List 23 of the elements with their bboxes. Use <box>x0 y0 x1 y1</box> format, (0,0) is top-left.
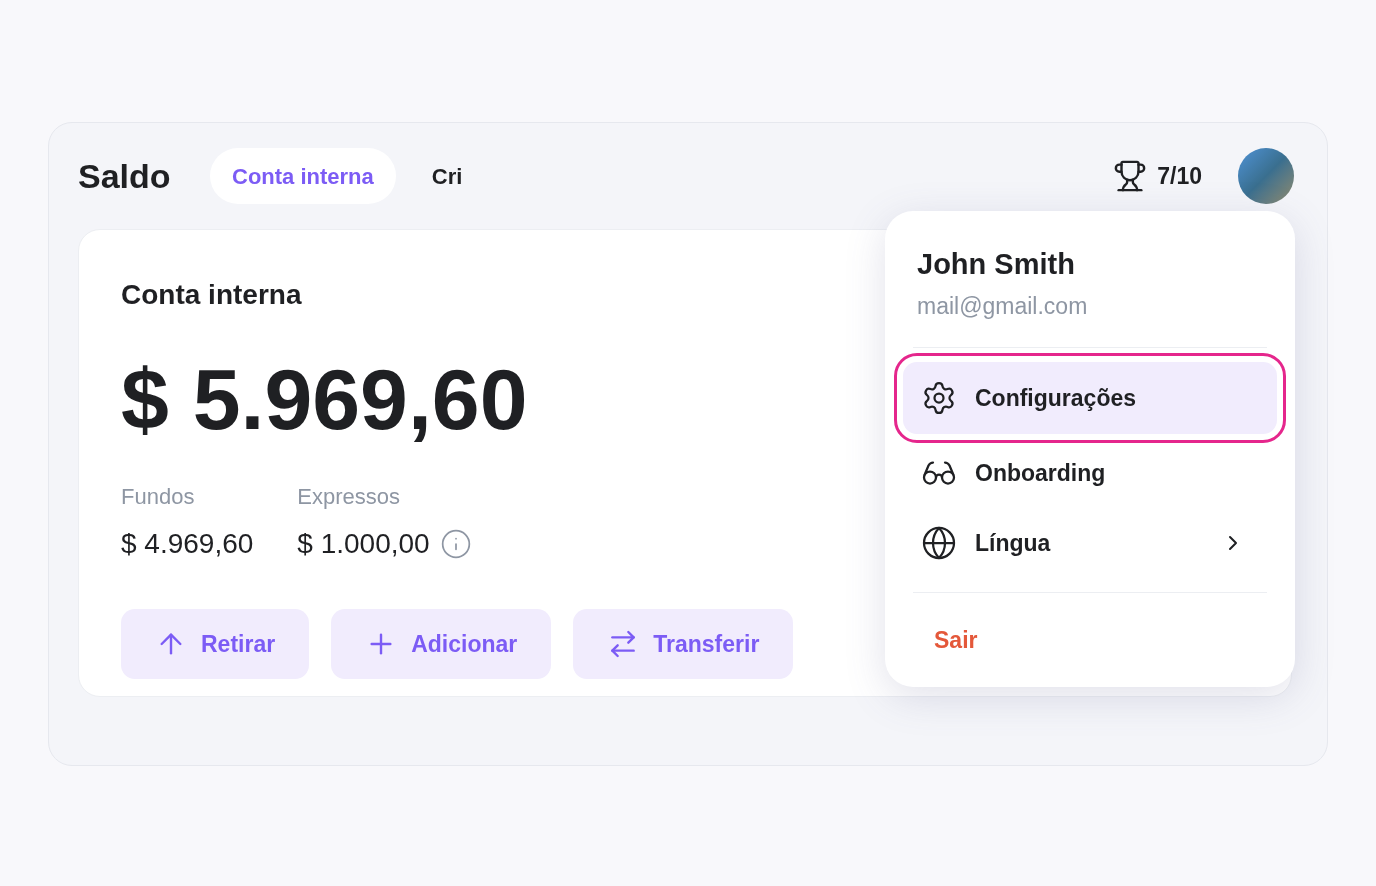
avatar-photo-placeholder[interactable] <box>1238 148 1294 204</box>
stat-value: $ 1.000,00 <box>297 527 430 561</box>
user-email: mail@gmail.com <box>916 291 1089 321</box>
action-button[interactable]: Transferir <box>573 609 794 679</box>
page-title: Saldo <box>78 155 172 197</box>
info-icon[interactable] <box>439 528 472 560</box>
balance-amount: $ 5.969,60 <box>121 356 528 442</box>
stat-value: $ 4.969,60 <box>121 527 254 561</box>
score-text: 7/10 <box>1157 161 1202 191</box>
globe-icon <box>921 525 957 561</box>
logout-button[interactable]: Sair <box>913 623 999 658</box>
settings-icon <box>921 380 957 416</box>
tab[interactable]: Conta interna <box>210 148 396 204</box>
stat-label: Fundos <box>121 483 196 511</box>
tab[interactable]: Cri <box>409 148 485 204</box>
action-button[interactable]: Adicionar <box>331 609 552 679</box>
user-name: John Smith <box>916 247 1076 282</box>
menu-item[interactable]: Onboarding <box>903 438 1277 508</box>
card-title: Conta interna <box>121 278 302 312</box>
trophy-icon <box>1113 159 1148 193</box>
stat-label: Expressos <box>297 483 402 511</box>
menu-item[interactable]: Língua <box>903 508 1277 578</box>
action-button[interactable]: Retirar <box>121 609 310 679</box>
